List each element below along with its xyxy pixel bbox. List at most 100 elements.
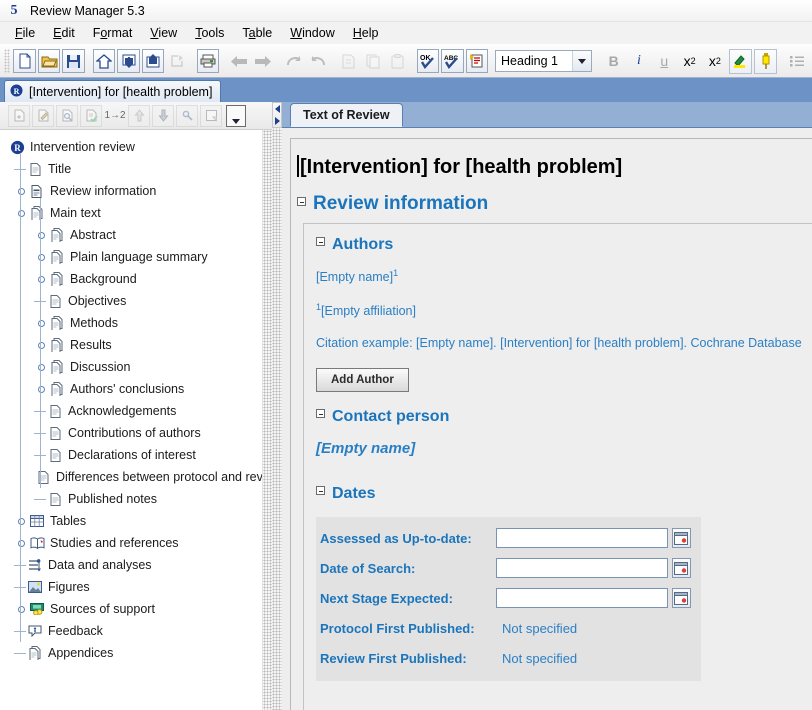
outline-vertical-scrollbar[interactable] [262,130,272,710]
date-row-label: Protocol First Published: [320,620,475,636]
tree-expander[interactable] [34,334,48,356]
menu-tools[interactable]: Tools [186,24,233,42]
triangle-left-icon[interactable] [274,105,280,113]
document-tab[interactable]: R [Intervention] for [health problem] [4,80,222,102]
tree-expander[interactable] [14,202,28,224]
note-icon[interactable] [200,104,222,127]
toolbar-grip[interactable] [4,49,11,73]
split-divider[interactable] [272,102,282,710]
outline-toolbar-overflow[interactable] [226,104,246,127]
tree-expand-toggle-closed[interactable] [37,253,45,261]
pin-button[interactable] [753,48,778,74]
tree-expander[interactable] [34,224,48,246]
tree-expander[interactable] [34,378,48,400]
menu-format[interactable]: Format [84,24,142,42]
tree-node[interactable]: Tables [0,510,262,532]
home-icon[interactable] [93,49,116,73]
bullet-list-button[interactable] [786,49,809,74]
tree-expand-toggle-closed[interactable] [37,385,45,393]
tree-node[interactable]: Data and analyses [0,554,262,576]
calendar-icon[interactable] [671,528,691,549]
tree-node[interactable]: Published notes [0,488,262,510]
add-item-icon[interactable] [8,104,30,127]
open-folder-icon[interactable] [37,49,61,73]
calendar-icon[interactable] [671,558,691,579]
calendar-icon[interactable] [671,588,691,609]
split-collapse-buttons[interactable] [272,102,282,128]
date-input[interactable] [495,558,668,579]
upload-icon[interactable] [141,49,165,73]
tree-expander[interactable] [34,356,48,378]
print-icon[interactable] [196,49,220,73]
check-item-icon[interactable] [80,104,102,127]
edit-item-icon[interactable] [32,104,54,127]
tree-expand-toggle-closed[interactable] [17,539,25,547]
new-file-icon[interactable] [13,49,36,73]
chevron-down-icon[interactable] [571,51,591,71]
collapse-toggle-icon[interactable] [316,237,325,246]
redo-icon [307,49,329,73]
menu-table[interactable]: Table [233,24,281,42]
paragraph-style-combo[interactable]: Heading 1 [495,50,592,72]
tree-expand-toggle-open[interactable] [17,209,25,217]
save-disk-icon[interactable] [62,49,85,73]
menu-edit[interactable]: Edit [44,24,84,42]
add-author-button[interactable]: Add Author [316,368,409,393]
date-row: Protocol First Published: Not specified [320,613,691,643]
tree-node[interactable]: Feedback [0,620,262,642]
menu-help[interactable]: Help [344,24,388,42]
underline-button[interactable]: u [653,49,676,74]
author-affiliation[interactable]: 1[Empty affiliation] [316,302,812,318]
tree-expander[interactable] [34,268,48,290]
format-marks-icon[interactable] [465,49,489,73]
tree-expander[interactable] [34,246,48,268]
tree-node[interactable]: Title [0,158,262,180]
menu-view[interactable]: View [141,24,186,42]
date-input[interactable] [495,588,668,609]
step-1-to-2-icon[interactable]: 1→2 [104,105,126,127]
tree-expander[interactable] [34,312,48,334]
tree-node[interactable]: Appendices [0,642,262,664]
tree-expander[interactable] [14,510,28,532]
tree-expand-toggle-closed[interactable] [17,605,25,613]
tree-expander[interactable] [14,180,28,202]
collapse-toggle-icon[interactable] [316,409,325,419]
menu-file[interactable]: File [6,24,44,42]
tree-expand-toggle-closed[interactable] [37,319,45,327]
promote-icon[interactable] [128,104,150,127]
find-item-icon[interactable] [56,104,78,127]
tree-node[interactable]: Studies and references [0,532,262,554]
menu-window[interactable]: Window [281,24,343,42]
tree-expand-toggle-closed[interactable] [37,341,45,349]
tree-expand-toggle-closed[interactable] [17,517,25,525]
validate-ok-icon[interactable]: OK [416,49,440,73]
tree-node-root[interactable]: R Intervention review [0,136,262,158]
tree-expand-toggle-closed[interactable] [17,187,25,195]
tree-node[interactable]: Sources of support [0,598,262,620]
superscript-button[interactable]: x2 [678,49,701,74]
tree-node[interactable]: Figures [0,576,262,598]
tree-expand-toggle-closed[interactable] [37,275,45,283]
author-name[interactable]: [Empty name]1 [316,268,812,284]
spellcheck-abc-icon[interactable]: ABC [441,49,464,73]
tree-expander[interactable] [14,598,28,620]
date-input[interactable] [495,528,668,549]
collapse-toggle-icon[interactable] [297,197,306,206]
bold-button[interactable]: B [602,49,625,74]
triangle-right-icon[interactable] [274,117,280,125]
outline-tree[interactable]: R Intervention review Title Review informat… [0,130,262,710]
undo-icon [283,49,305,73]
contact-person-name[interactable]: [Empty name] [316,440,812,457]
tree-expand-toggle-closed[interactable] [37,363,45,371]
demote-icon[interactable] [152,104,174,127]
highlight-button[interactable] [728,48,752,74]
tree-expander[interactable] [14,532,28,554]
settings-icon[interactable] [176,104,198,127]
tree-expand-toggle-closed[interactable] [37,231,45,239]
tab-text-of-review[interactable]: Text of Review [290,103,403,127]
subscript-button[interactable]: x2 [703,49,726,74]
collapse-toggle-icon[interactable] [316,486,325,496]
italic-button[interactable]: i [627,49,650,74]
document-view[interactable]: [Intervention] for [health problem] Revi… [282,128,812,710]
download-icon[interactable] [117,49,140,73]
